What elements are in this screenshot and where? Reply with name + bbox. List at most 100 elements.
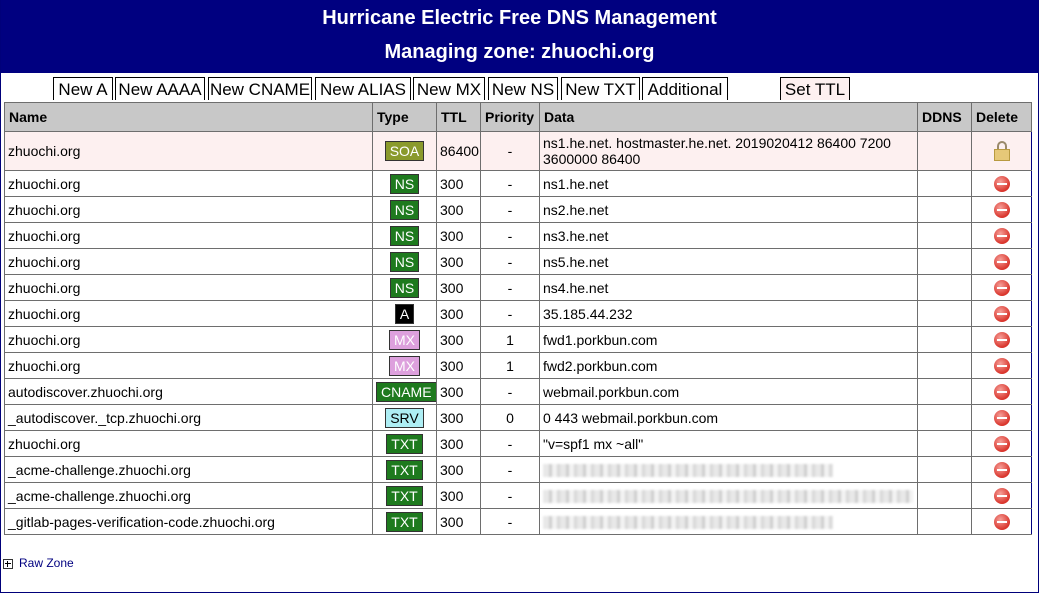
table-row[interactable]: autodiscover.zhuochi.org CNAME 300 - web…	[4, 378, 1032, 405]
record-ttl: 300	[436, 196, 481, 223]
delete-icon[interactable]	[993, 436, 1010, 453]
record-name: zhuochi.org	[4, 131, 373, 171]
record-ttl: 300	[436, 300, 481, 327]
delete-icon[interactable]	[993, 514, 1010, 531]
delete-icon[interactable]	[993, 332, 1010, 349]
record-type-badge: NS	[389, 225, 420, 246]
table-row[interactable]: zhuochi.org NS 300 - ns2.he.net	[4, 196, 1032, 223]
new-aaaa-tab[interactable]: New AAAA	[115, 77, 205, 100]
raw-zone-toggle: Raw Zone	[3, 556, 74, 570]
record-type-badge: SOA	[384, 141, 425, 161]
table-header-row: Name Type TTL Priority Data DDNS Delete	[4, 102, 1032, 132]
new-txt-tab[interactable]: New TXT	[561, 77, 640, 100]
record-type-badge: NS	[389, 277, 420, 298]
record-type-badge: TXT	[386, 511, 423, 532]
record-name: _gitlab-pages-verification-code.zhuochi.…	[4, 508, 373, 535]
record-data-redacted	[539, 456, 918, 483]
record-ddns	[917, 131, 972, 171]
set-ttl-tab[interactable]: Set TTL	[780, 77, 850, 100]
delete-icon[interactable]	[993, 176, 1010, 193]
record-ddns	[917, 456, 972, 483]
record-type-tabs: New A New AAAA New CNAME New ALIAS New M…	[0, 77, 1039, 102]
new-cname-tab[interactable]: New CNAME	[208, 77, 312, 100]
column-header-name: Name	[4, 102, 373, 132]
record-priority: -	[480, 378, 540, 405]
record-priority: -	[480, 248, 540, 275]
record-data: fwd1.porkbun.com	[539, 326, 918, 353]
table-row[interactable]: zhuochi.org SOA 86400 - ns1.he.net. host…	[4, 131, 1032, 171]
record-data: ns5.he.net	[539, 248, 918, 275]
record-name: autodiscover.zhuochi.org	[4, 378, 373, 405]
record-ttl: 300	[436, 352, 481, 379]
record-ddns	[917, 170, 972, 197]
record-priority: 0	[480, 404, 540, 431]
table-row[interactable]: _gitlab-pages-verification-code.zhuochi.…	[4, 508, 1032, 535]
table-row[interactable]: _acme-challenge.zhuochi.org TXT 300 -	[4, 456, 1032, 483]
column-header-ddns: DDNS	[917, 102, 972, 132]
record-type-badge: TXT	[386, 433, 423, 454]
delete-icon[interactable]	[993, 306, 1010, 323]
record-name: _acme-challenge.zhuochi.org	[4, 456, 373, 483]
column-header-data: Data	[539, 102, 918, 132]
record-priority: -	[480, 456, 540, 483]
raw-zone-link[interactable]: Raw Zone	[19, 556, 74, 570]
delete-icon[interactable]	[993, 462, 1010, 479]
record-name: zhuochi.org	[4, 196, 373, 223]
column-header-delete: Delete	[971, 102, 1032, 132]
record-priority: -	[480, 300, 540, 327]
table-row[interactable]: zhuochi.org MX 300 1 fwd2.porkbun.com	[4, 352, 1032, 379]
record-type-badge: A	[394, 303, 415, 324]
record-name: zhuochi.org	[4, 222, 373, 249]
table-row[interactable]: _autodiscover._tcp.zhuochi.org SRV 300 0…	[4, 404, 1032, 431]
record-name: _autodiscover._tcp.zhuochi.org	[4, 404, 373, 431]
delete-icon[interactable]	[993, 228, 1010, 245]
record-data-redacted	[539, 482, 918, 509]
delete-icon[interactable]	[993, 254, 1010, 271]
delete-icon[interactable]	[993, 280, 1010, 297]
table-row[interactable]: zhuochi.org NS 300 - ns3.he.net	[4, 222, 1032, 249]
record-ttl: 300	[436, 248, 481, 275]
record-data-redacted	[539, 508, 918, 535]
new-ns-tab[interactable]: New NS	[488, 77, 558, 100]
delete-icon[interactable]	[993, 410, 1010, 427]
expand-icon[interactable]	[3, 558, 13, 569]
record-data: ns2.he.net	[539, 196, 918, 223]
lock-icon	[993, 141, 1010, 161]
record-ttl: 300	[436, 326, 481, 353]
record-ttl: 300	[436, 404, 481, 431]
record-ddns	[917, 404, 972, 431]
new-alias-tab[interactable]: New ALIAS	[315, 77, 411, 100]
record-priority: -	[480, 222, 540, 249]
additional-tab[interactable]: Additional	[642, 77, 728, 100]
record-type-badge: MX	[389, 329, 420, 350]
delete-icon[interactable]	[993, 384, 1010, 401]
record-ddns	[917, 222, 972, 249]
record-data: ns1.he.net	[539, 170, 918, 197]
record-type-badge: NS	[389, 251, 420, 272]
delete-icon[interactable]	[993, 202, 1010, 219]
new-a-tab[interactable]: New A	[53, 77, 113, 100]
table-row[interactable]: zhuochi.org NS 300 - ns4.he.net	[4, 274, 1032, 301]
record-priority: -	[480, 430, 540, 457]
record-priority: 1	[480, 352, 540, 379]
table-row[interactable]: zhuochi.org A 300 - 35.185.44.232	[4, 300, 1032, 327]
record-type-badge: NS	[389, 173, 420, 194]
record-data: ns1.he.net. hostmaster.he.net. 201902041…	[539, 131, 918, 171]
table-row[interactable]: _acme-challenge.zhuochi.org TXT 300 -	[4, 482, 1032, 509]
table-row[interactable]: zhuochi.org TXT 300 - "v=spf1 mx ~all"	[4, 430, 1032, 457]
record-ddns	[917, 508, 972, 535]
record-type-badge: CNAME	[376, 381, 436, 402]
record-ddns	[917, 274, 972, 301]
table-row[interactable]: zhuochi.org MX 300 1 fwd1.porkbun.com	[4, 326, 1032, 353]
delete-icon[interactable]	[993, 488, 1010, 505]
record-data: 0 443 webmail.porkbun.com	[539, 404, 918, 431]
new-mx-tab[interactable]: New MX	[413, 77, 485, 100]
record-data: "v=spf1 mx ~all"	[539, 430, 918, 457]
table-row[interactable]: zhuochi.org NS 300 - ns5.he.net	[4, 248, 1032, 275]
column-header-ttl: TTL	[436, 102, 481, 132]
table-row[interactable]: zhuochi.org NS 300 - ns1.he.net	[4, 170, 1032, 197]
record-priority: -	[480, 482, 540, 509]
delete-icon[interactable]	[993, 358, 1010, 375]
record-ddns	[917, 300, 972, 327]
record-data: webmail.porkbun.com	[539, 378, 918, 405]
